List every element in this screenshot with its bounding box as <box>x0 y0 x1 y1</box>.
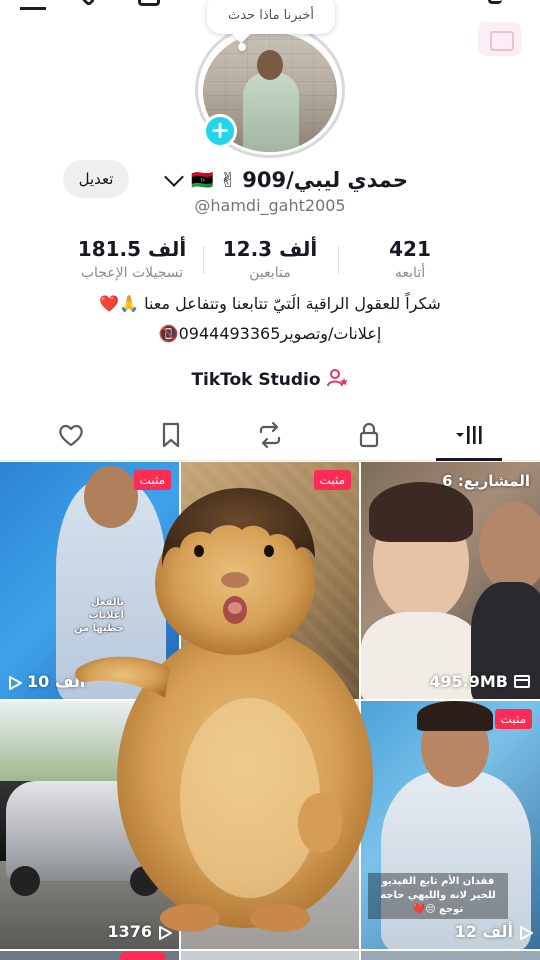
bio-line-1: شكراً للعقول الراقية الَتيّ تتابعنا وتتف… <box>99 294 441 313</box>
name-row[interactable]: 🇱🇾 ✌ حمدي ليبي/909 <box>148 164 408 196</box>
tab-favorites[interactable] <box>141 412 201 458</box>
draft-size: 495.9MB <box>429 672 530 691</box>
feedback-icon[interactable] <box>478 22 522 56</box>
following-count: 421 <box>389 237 431 261</box>
likes-label: تسجيلات الإعجاب <box>80 265 184 281</box>
edit-profile-button[interactable]: تعديل <box>63 160 129 198</box>
repost-icon <box>259 421 281 449</box>
view-count: 12 ألف <box>454 922 533 941</box>
tiktok-studio-label: TikTok Studio <box>191 370 321 390</box>
likes-stat[interactable]: 181.5 ألف تسجيلات الإعجاب <box>62 236 202 284</box>
following-label: أتابعه <box>394 265 426 281</box>
add-story-button[interactable]: + <box>203 114 237 148</box>
play-icon <box>519 925 533 940</box>
draft-size-text: 495.9MB <box>429 672 508 691</box>
stat-divider <box>338 246 339 274</box>
video-tile[interactable] <box>361 951 540 960</box>
chevron-down-icon[interactable] <box>164 167 185 187</box>
profile-tabs <box>0 412 540 462</box>
followers-stat[interactable]: 12.3 ألف متابعين <box>205 236 335 284</box>
followers-label: متابعين <box>249 265 291 281</box>
bookmark-icon <box>162 422 180 448</box>
libya-flag-icon: 🇱🇾 <box>191 169 214 191</box>
followers-count: 12.3 ألف <box>222 237 318 261</box>
projects-count: المشاريع: 6 <box>442 472 530 490</box>
video-tile[interactable] <box>181 951 359 960</box>
following-stat[interactable]: 421 أتابعه <box>345 236 475 284</box>
tab-liked[interactable] <box>41 412 101 458</box>
calendar-icon[interactable] <box>138 0 160 6</box>
heart-icon <box>59 424 83 447</box>
play-icon <box>8 675 22 690</box>
tab-videos[interactable] <box>438 412 498 458</box>
corner-icon[interactable] <box>488 0 502 4</box>
lock-icon <box>359 422 379 448</box>
notification-pill <box>120 952 166 960</box>
video-tile[interactable]: المشاريع: 6 495.9MB <box>361 462 540 699</box>
bio-line-2: إعلانات/وتصوير0944493365📵 <box>158 324 382 343</box>
tab-reposts[interactable] <box>240 412 300 458</box>
tiktok-studio-link[interactable]: TikTok Studio <box>190 366 350 394</box>
display-name: حمدي ليبي/909 <box>242 168 408 192</box>
username-handle: @hamdi_gaht2005 <box>194 196 346 215</box>
stat-divider <box>203 246 204 274</box>
tab-private[interactable] <box>339 412 399 458</box>
grid-icon <box>456 426 482 444</box>
studio-user-star-icon <box>326 368 349 392</box>
hamster-sticker <box>70 478 380 938</box>
menu-icon[interactable] <box>20 0 46 10</box>
note-bubble-dot <box>238 43 246 51</box>
video-caption: فقدان الأم تابع الفيديو للخير لانه واللي… <box>368 873 508 919</box>
pinned-badge: مثبت <box>494 709 532 729</box>
active-tab-indicator <box>436 458 502 461</box>
peace-hand-icon: ✌ <box>219 168 237 192</box>
view-count-text: 12 ألف <box>454 922 513 941</box>
likes-count: 181.5 ألف <box>77 237 187 261</box>
archive-icon <box>514 675 530 688</box>
chevron-icon[interactable] <box>80 0 96 7</box>
note-bubble[interactable]: أخبرنا ماذا حدث <box>207 0 335 34</box>
